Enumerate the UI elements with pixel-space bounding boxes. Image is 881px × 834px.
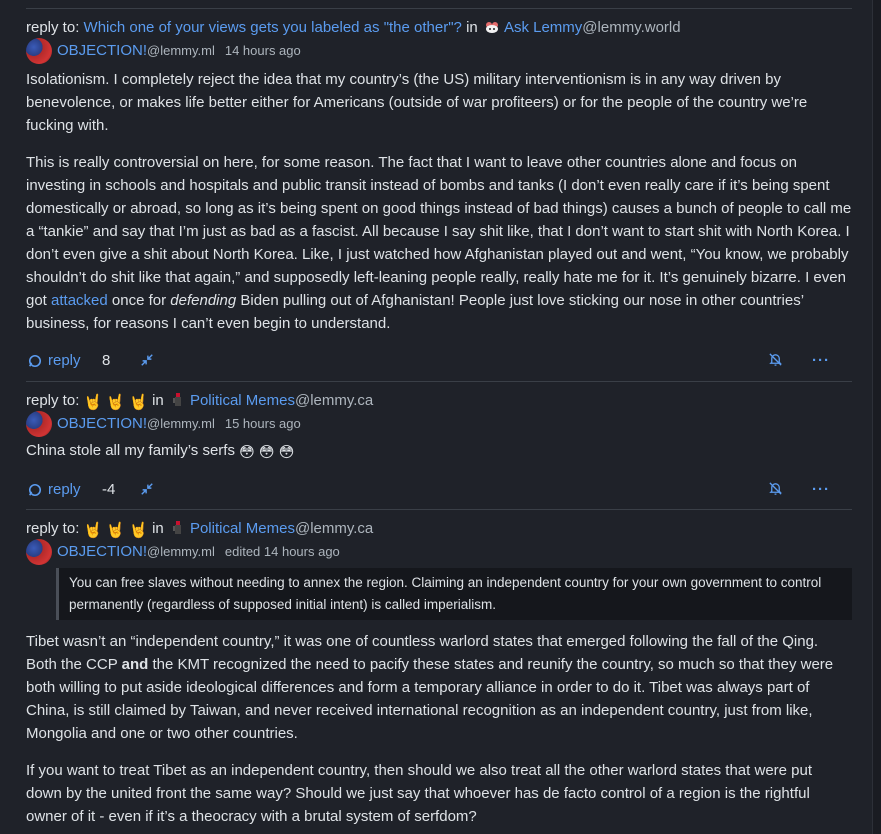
timestamp: 14 hours ago: [224, 43, 301, 58]
avatar[interactable]: [26, 411, 52, 437]
scrollbar-thumb[interactable]: [874, 0, 880, 834]
author-link[interactable]: OBJECTION!: [57, 39, 147, 63]
score: 8: [102, 352, 111, 369]
reply-post-link[interactable]: 🤘 🤘 🤘: [84, 392, 148, 411]
paragraph: If you want to treat Tibet as an indepen…: [26, 762, 813, 825]
timestamp: 15 hours ago: [224, 416, 301, 431]
divider: [26, 381, 852, 382]
community-link[interactable]: Political Memes@lemmy.ca: [190, 520, 373, 537]
comment-actions: reply 8 ···: [26, 349, 852, 373]
author-instance: @lemmy.ml: [147, 544, 215, 559]
author-link[interactable]: OBJECTION!: [57, 412, 147, 436]
reply-post-link[interactable]: 🤘 🤘 🤘: [84, 520, 148, 539]
notification-off-icon[interactable]: [768, 351, 783, 375]
reply-prefix: reply to:: [26, 19, 80, 36]
scrollbar[interactable]: [872, 0, 881, 834]
reply-context: reply to: 🤘 🤘 🤘 in Political Memes@lemmy…: [26, 390, 852, 412]
inline-link[interactable]: attacked: [51, 292, 108, 309]
comment-body: Isolationism. I completely reject the id…: [26, 68, 852, 335]
notification-off-icon[interactable]: [768, 480, 783, 504]
paragraph: China stole all my family’s serfs 😳 😳 😳: [26, 439, 852, 464]
author-instance: @lemmy.ml: [147, 43, 215, 58]
avatar[interactable]: [26, 539, 52, 565]
comment-2: reply to: 🤘 🤘 🤘 in Political Memes@lemmy…: [26, 390, 852, 502]
reply-icon: [29, 483, 41, 497]
reply-button[interactable]: reply: [28, 478, 81, 502]
collapse-icon[interactable]: [140, 480, 154, 504]
more-options-button[interactable]: ···: [812, 349, 830, 373]
comment-body: China stole all my family’s serfs 😳 😳 😳: [26, 439, 852, 464]
comment-feed: reply to: Which one of your views gets y…: [0, 0, 881, 834]
community-link[interactable]: Political Memes@lemmy.ca: [190, 392, 373, 409]
in-label: in: [152, 520, 164, 537]
quote-block: You can free slaves without needing to a…: [56, 568, 852, 620]
author-line: OBJECTION! @lemmy.ml 14 hours ago: [26, 38, 852, 64]
reply-context: reply to: 🤘 🤘 🤘 in Political Memes@lemmy…: [26, 518, 852, 540]
comment-actions: reply -4 ···: [26, 478, 852, 502]
author-link[interactable]: OBJECTION!: [57, 540, 147, 564]
community-icon: [170, 520, 186, 536]
community-icon: [484, 19, 500, 35]
reply-icon: [29, 354, 41, 368]
community-link[interactable]: Ask Lemmy@lemmy.world: [504, 19, 681, 36]
in-label: in: [152, 392, 164, 409]
collapse-icon[interactable]: [140, 351, 154, 375]
reply-prefix: reply to:: [26, 392, 80, 409]
in-label: in: [466, 19, 478, 36]
more-options-button[interactable]: ···: [812, 478, 830, 502]
score: -4: [102, 481, 116, 498]
reply-button[interactable]: reply: [28, 349, 81, 373]
emoji: 😳 😳 😳: [239, 444, 295, 461]
avatar[interactable]: [26, 38, 52, 64]
comment-3: reply to: 🤘 🤘 🤘 in Political Memes@lemmy…: [26, 518, 852, 834]
divider: [26, 8, 852, 9]
reply-prefix: reply to:: [26, 520, 80, 537]
paragraph: Tibet wasn’t an “independent country,” i…: [26, 633, 834, 742]
reply-post-link[interactable]: Which one of your views gets you labeled…: [84, 19, 462, 36]
reply-context: reply to: Which one of your views gets y…: [26, 17, 852, 39]
author-line: OBJECTION! @lemmy.ml edited 14 hours ago: [26, 539, 852, 565]
timestamp: edited 14 hours ago: [224, 544, 340, 559]
paragraph: Isolationism. I completely reject the id…: [26, 71, 808, 134]
author-instance: @lemmy.ml: [147, 416, 215, 431]
author-line: OBJECTION! @lemmy.ml 15 hours ago: [26, 411, 852, 437]
comment-body: You can free slaves without needing to a…: [26, 568, 852, 828]
paragraph: This is really controversial on here, fo…: [26, 154, 852, 332]
divider: [26, 509, 852, 510]
community-icon: [170, 392, 186, 408]
comment-1: reply to: Which one of your views gets y…: [26, 17, 852, 373]
